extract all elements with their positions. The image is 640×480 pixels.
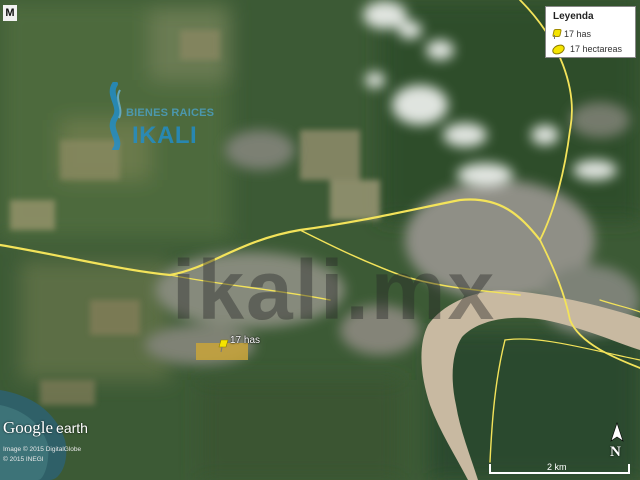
brand-top-text: BIENES RAICES (126, 107, 215, 119)
legend-title: Leyenda (553, 11, 594, 22)
scale-label: 2 km (547, 462, 567, 472)
pushpin-icon (552, 29, 559, 39)
north-arrow-icon (610, 422, 624, 442)
property-label: 17 has (230, 335, 261, 346)
satellite-map[interactable] (0, 0, 640, 480)
legend-item[interactable]: 17 has (552, 29, 591, 39)
corner-marker: M (3, 5, 17, 21)
brand-bottom-text: IKALI (132, 122, 198, 149)
brand-logo: BIENES RAICES IKALI (104, 82, 229, 152)
scale-bar: 2 km (489, 462, 631, 475)
google-earth-logo-earth: earth (56, 420, 88, 436)
scale-line (489, 472, 630, 474)
imagery-credits: Image © 2015 DigitalGlobe © 2015 INEGI (3, 445, 81, 465)
legend-item[interactable]: 17 hectareas (550, 42, 623, 56)
north-arrow-label: N (610, 444, 621, 460)
polygon-icon (550, 42, 567, 56)
google-earth-logo-google: Google (3, 418, 54, 437)
legend-item-label: 17 has (564, 29, 592, 39)
credit-line: © 2015 INEGI (3, 456, 44, 463)
legend: Leyenda 17 has 17 hectareas (545, 6, 636, 58)
watermark: ikali.mx (172, 243, 497, 337)
north-arrow: N (606, 422, 628, 464)
brand-wave-icon (109, 82, 122, 150)
google-earth-logo: Google earth (3, 418, 88, 438)
credit-line: Image © 2015 DigitalGlobe (3, 446, 82, 453)
legend-item-label: 17 hectareas (570, 44, 623, 54)
